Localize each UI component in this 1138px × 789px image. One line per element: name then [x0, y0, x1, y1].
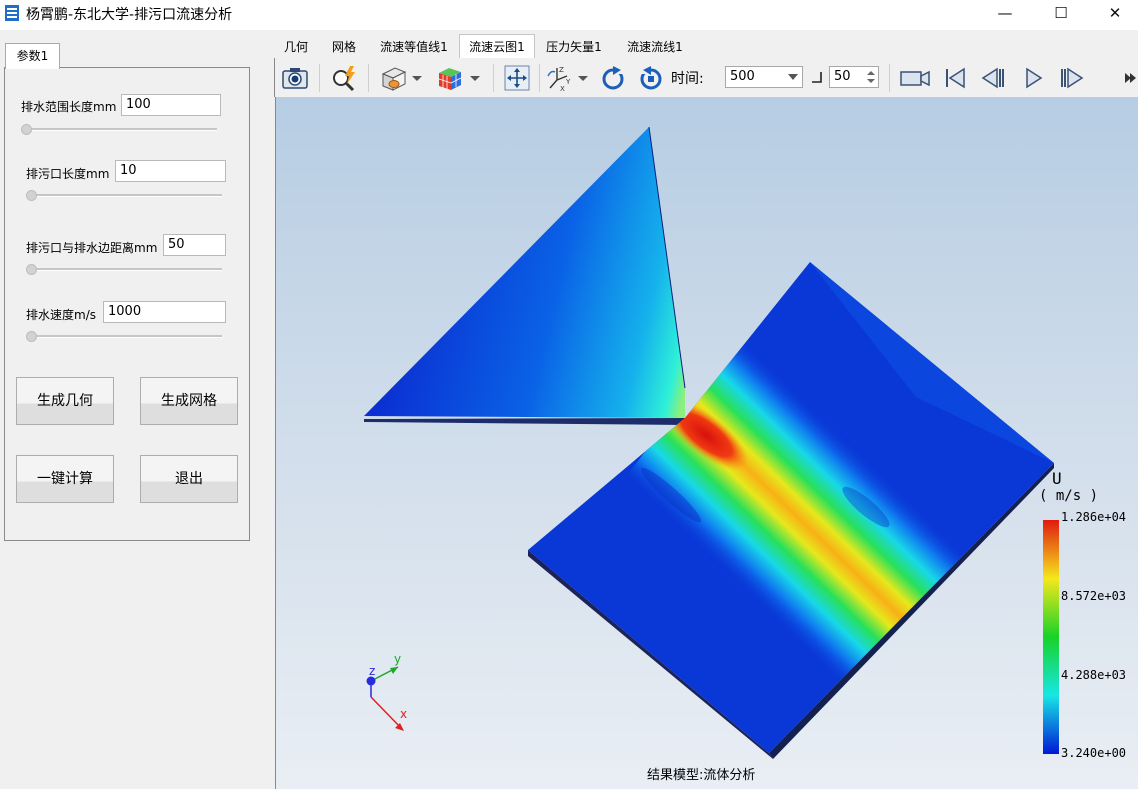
generate-mesh-button[interactable]: 生成网格	[140, 377, 238, 425]
legend-label-3: 4.288e+03	[1061, 668, 1127, 682]
app-icon	[5, 5, 19, 21]
render-viewport[interactable]: z y x U ( m/s ) 1.286e+04 8.572e+03 4.28…	[275, 97, 1138, 789]
camera-icon[interactable]	[281, 64, 309, 92]
surface-dropdown-icon[interactable]	[409, 64, 425, 92]
param-label-distance: 排污口与排水边距离mm	[26, 241, 158, 255]
time-select-value: 500	[730, 69, 755, 84]
legend-variable: U	[1052, 469, 1062, 488]
close-button[interactable]: ✕	[1092, 0, 1138, 30]
prev-frame-icon[interactable]	[979, 64, 1007, 92]
range-length-input[interactable]: 100	[121, 94, 221, 116]
svg-text:X: X	[560, 85, 565, 92]
axis-triad: z y x	[366, 652, 407, 731]
first-frame-icon[interactable]	[941, 64, 969, 92]
surface-display-icon[interactable]	[379, 64, 407, 92]
record-video-icon[interactable]	[899, 64, 931, 92]
rotate-icon[interactable]	[599, 64, 627, 92]
outlet-distance-input[interactable]: 50	[163, 234, 226, 256]
color-legend	[1043, 520, 1059, 754]
legend-colorbar	[1043, 520, 1059, 754]
tab-mesh[interactable]: 网格	[324, 37, 364, 58]
result-tabbar: 几何 网格 流速等值线1 流速云图1 压力矢量1 流速流线1	[274, 34, 1138, 59]
step-spinbox[interactable]: 50	[829, 66, 879, 88]
velocity-field-render: z y x	[364, 126, 1059, 759]
title-bar: 杨霄鹏-东北大学-排污口流速分析 — ☐ ✕	[0, 0, 1138, 30]
time-select[interactable]: 500	[725, 66, 803, 88]
play-icon[interactable]	[1019, 64, 1047, 92]
fit-view-icon[interactable]	[503, 64, 531, 92]
window-title: 杨霄鹏-东北大学-排污口流速分析	[26, 7, 233, 23]
color-map-dropdown-icon[interactable]	[467, 64, 483, 92]
tab-velocity-cloud[interactable]: 流速云图1	[459, 34, 535, 59]
param-label-outlet: 排污口长度mm	[26, 167, 110, 181]
minimize-button[interactable]: —	[982, 0, 1028, 30]
outlet-distance-slider[interactable]	[31, 268, 222, 271]
velocity-input[interactable]: 1000	[103, 301, 226, 323]
outlet-distance-slider-thumb[interactable]	[26, 264, 37, 275]
zoom-lightning-icon[interactable]	[330, 64, 358, 92]
range-length-slider[interactable]	[26, 128, 217, 131]
legend-unit: ( m/s )	[1039, 488, 1099, 504]
axis-y-label: y	[394, 652, 401, 666]
outlet-length-input[interactable]: 10	[115, 160, 226, 182]
legend-max-label: 1.286e+04	[1061, 510, 1127, 524]
svg-text:Y: Y	[565, 78, 571, 86]
tab-velocity-contour[interactable]: 流速等值线1	[374, 37, 454, 58]
tab-velocity-streamline[interactable]: 流速流线1	[620, 37, 690, 58]
outlet-length-slider[interactable]	[31, 194, 222, 197]
compute-button[interactable]: 一键计算	[16, 455, 114, 503]
reset-view-icon[interactable]	[637, 64, 665, 92]
generate-geometry-button[interactable]: 生成几何	[16, 377, 114, 425]
step-icon	[812, 72, 822, 83]
color-map-icon[interactable]	[435, 64, 463, 92]
spin-arrows-icon[interactable]	[867, 69, 875, 85]
chevron-down-icon	[788, 74, 798, 80]
next-frame-icon[interactable]	[1057, 64, 1085, 92]
svg-text:Z: Z	[559, 66, 564, 74]
tab-params[interactable]: 参数1	[5, 43, 60, 69]
velocity-slider-thumb[interactable]	[26, 331, 37, 342]
view-toolbar: Z Y X 时间: 500 50	[274, 58, 1138, 97]
inlet-triangle-region	[364, 126, 686, 425]
legend-label-2: 8.572e+03	[1061, 589, 1127, 603]
axes-orientation-icon[interactable]: Z Y X	[545, 64, 573, 92]
step-value: 50	[834, 69, 851, 84]
exit-button[interactable]: 退出	[140, 455, 238, 503]
axes-dropdown-icon[interactable]	[575, 64, 591, 92]
axis-z-label: z	[369, 664, 375, 678]
tab-geometry[interactable]: 几何	[276, 37, 316, 58]
tab-pressure-vector[interactable]: 压力矢量1	[539, 37, 609, 58]
toolbar-overflow-icon[interactable]	[1123, 64, 1137, 92]
velocity-slider[interactable]	[31, 335, 222, 338]
outlet-length-slider-thumb[interactable]	[26, 190, 37, 201]
axis-x-label: x	[400, 707, 407, 721]
time-label: 时间:	[671, 71, 704, 87]
param-label-velocity: 排水速度m/s	[26, 308, 96, 322]
param-label-range: 排水范围长度mm	[21, 100, 117, 114]
maximize-button[interactable]: ☐	[1038, 0, 1084, 30]
range-length-slider-thumb[interactable]	[21, 124, 32, 135]
legend-min-label: 3.240e+00	[1061, 746, 1127, 760]
result-caption: 结果模型:流体分析	[647, 768, 756, 783]
